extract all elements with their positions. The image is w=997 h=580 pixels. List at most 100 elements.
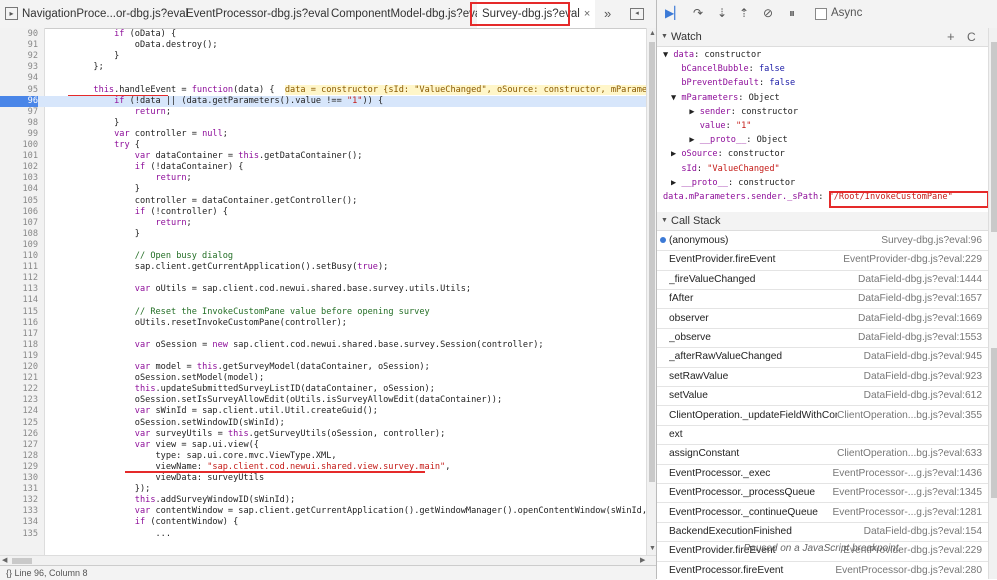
line-number[interactable]: 113 (0, 284, 38, 295)
code-line[interactable]: 125 oSession.setWindowID(sWinId); (0, 418, 646, 429)
line-number[interactable]: 100 (0, 140, 38, 151)
call-frame[interactable]: _afterRawValueChanged DataField-dbg.js?ev… (657, 347, 988, 368)
async-checkbox[interactable] (815, 8, 827, 20)
call-frame[interactable]: assignConstant ClientOperation...bg.js?ev… (657, 444, 988, 465)
code-line[interactable]: 99 var controller = null; (0, 129, 646, 140)
code-line[interactable]: 127 var view = sap.ui.view({ (0, 440, 646, 451)
watch-tree-node[interactable]: value: "1" (679, 121, 752, 133)
more-tabs-icon[interactable]: » (604, 0, 611, 28)
deactivate-breakpoints-icon[interactable]: ⊘ (763, 6, 773, 20)
line-number[interactable]: 118 (0, 340, 38, 351)
call-frame[interactable]: fAfter DataField-dbg.js?eval:1657 (657, 289, 988, 310)
pause-on-exceptions-icon[interactable]: ⏸ (789, 6, 795, 20)
scroll-up-icon[interactable]: ▲ (649, 30, 656, 37)
line-number[interactable]: 120 (0, 362, 38, 373)
code-line[interactable]: 103 return; (0, 173, 646, 184)
line-number[interactable]: 135 (0, 529, 38, 540)
code-line[interactable]: 104 } (0, 184, 646, 195)
line-number[interactable]: 112 (0, 273, 38, 284)
code-line[interactable]: 108 } (0, 229, 646, 240)
line-number[interactable]: 90 (0, 29, 38, 40)
line-number[interactable]: 130 (0, 473, 38, 484)
code-line[interactable]: 131 }); (0, 484, 646, 495)
code-line[interactable]: 109 (0, 240, 646, 251)
code-line[interactable]: 93 }; (0, 62, 646, 73)
watch-tree-node[interactable]: bPreventDefault: false (671, 78, 795, 90)
scroll-right-icon[interactable]: ▶ (640, 556, 645, 564)
watch-tree-node[interactable]: ▶ __proto__: Object (679, 135, 787, 147)
code-line[interactable]: 98 } (0, 118, 646, 129)
add-watch-icon[interactable]: + (947, 28, 955, 46)
close-icon[interactable]: × (584, 8, 590, 20)
watch-tree-node[interactable]: ▼ mParameters: Object (671, 93, 780, 105)
code-line[interactable]: 132 this.addSurveyWindowID(sWinId); (0, 495, 646, 506)
watch-section-header[interactable]: ▼ Watch + C (657, 28, 988, 47)
scroll-thumb[interactable] (991, 42, 997, 232)
collapse-icon[interactable]: ▼ (661, 28, 668, 46)
line-number[interactable]: 119 (0, 351, 38, 362)
line-number[interactable]: 92 (0, 51, 38, 62)
step-over-icon[interactable]: ↷ (693, 6, 703, 20)
watch-tree-node[interactable]: ▶ oSource: constructor (671, 149, 785, 161)
call-frame[interactable]: _observe DataField-dbg.js?eval:1553 (657, 328, 988, 349)
frame-location[interactable]: DataField-dbg.js?eval:1444 (858, 270, 982, 289)
frame-location[interactable]: EventProcessor-...g.js?eval:1345 (833, 483, 983, 502)
line-number[interactable]: 105 (0, 196, 38, 207)
code-line[interactable]: 102 if (!dataContainer) { (0, 162, 646, 173)
code-line[interactable]: 124 var sWinId = sap.client.util.Util.cr… (0, 406, 646, 417)
call-frame[interactable]: EventProvider.fireEvent EventProvider-dbg… (657, 250, 988, 271)
line-number[interactable]: 102 (0, 162, 38, 173)
show-navigator-icon[interactable]: ▸ (5, 7, 18, 20)
callstack-section-header[interactable]: ▼ Call Stack (657, 212, 988, 231)
code-line[interactable]: 113 var oUtils = sap.client.cod.newui.sh… (0, 284, 646, 295)
line-number[interactable]: 128 (0, 451, 38, 462)
call-frame[interactable]: (anonymous) Survey-dbg.js?eval:96 (657, 231, 988, 252)
line-number[interactable]: 116 (0, 318, 38, 329)
code-line[interactable]: 106 if (!controller) { (0, 207, 646, 218)
code-line[interactable]: 110 // Open busy dialog (0, 251, 646, 262)
code-line[interactable]: 116 oUtils.resetInvokeCustomPane(control… (0, 318, 646, 329)
refresh-icon[interactable]: C (967, 28, 976, 46)
call-frame[interactable]: EventProcessor._exec EventProcessor-...g.… (657, 464, 988, 484)
code-line[interactable]: 94 (0, 73, 646, 84)
code-line[interactable]: 133 var contentWindow = sap.client.getCu… (0, 506, 646, 517)
line-number[interactable]: 109 (0, 240, 38, 251)
sidebar-scrollbar[interactable] (988, 28, 997, 579)
frame-location[interactable]: DataField-dbg.js?eval:1669 (858, 309, 982, 328)
frame-location[interactable]: EventProvider-dbg.js?eval:229 (843, 250, 982, 269)
line-number[interactable]: 132 (0, 495, 38, 506)
code-line[interactable]: 107 return; (0, 218, 646, 229)
tab-navigation-processor[interactable]: NavigationProce...or-dbg.js?eval (22, 0, 188, 28)
line-number[interactable]: 114 (0, 295, 38, 306)
tab-component-model[interactable]: ComponentModel-dbg.js?eval (331, 0, 484, 28)
line-number[interactable]: 95 (0, 85, 38, 96)
frame-location[interactable]: Survey-dbg.js?eval:96 (881, 231, 982, 250)
resume-icon[interactable]: ▶▏ (665, 6, 683, 20)
code-line[interactable]: 90 if (oData) { (0, 29, 646, 40)
scroll-left-icon[interactable]: ◀ (2, 556, 7, 564)
code-line[interactable]: 123 oSession.setIsSurveyAllowEdit(oUtils… (0, 395, 646, 406)
code-line[interactable]: 126 var surveyUtils = this.getSurveyUtil… (0, 429, 646, 440)
line-number[interactable]: 96 (0, 95, 38, 107)
line-number[interactable]: 110 (0, 251, 38, 262)
line-number[interactable]: 117 (0, 329, 38, 340)
code-line[interactable]: 92 } (0, 51, 646, 62)
line-number[interactable]: 107 (0, 218, 38, 229)
line-number[interactable]: 123 (0, 395, 38, 406)
line-number[interactable]: 121 (0, 373, 38, 384)
frame-location[interactable]: EventProcessor-...g.js?eval:1281 (833, 503, 983, 522)
line-number[interactable]: 133 (0, 506, 38, 517)
code-line[interactable]: 111 sap.client.getCurrentApplication().s… (0, 262, 646, 273)
call-frame[interactable]: EventProcessor.fireEvent EventProcessor-d… (657, 561, 988, 579)
step-out-icon[interactable]: ⇡ (739, 6, 749, 20)
line-number[interactable]: 131 (0, 484, 38, 495)
line-number[interactable]: 103 (0, 173, 38, 184)
code-line[interactable]: 117 (0, 329, 646, 340)
breakpoint-line[interactable]: 96 if (!data || (data.getParameters().va… (0, 95, 646, 107)
collapse-icon[interactable]: ▼ (661, 212, 668, 230)
frame-location[interactable]: EventProcessor-...g.js?eval:1436 (833, 464, 983, 483)
watch-tree-node[interactable]: ▶ __proto__: constructor (671, 178, 795, 190)
watch-tree-node[interactable]: sId: "ValueChanged" (671, 164, 779, 176)
call-frame[interactable]: _fireValueChanged DataField-dbg.js?eval:1… (657, 270, 988, 290)
code-line[interactable]: 128 type: sap.ui.core.mvc.ViewType.XML, (0, 451, 646, 462)
